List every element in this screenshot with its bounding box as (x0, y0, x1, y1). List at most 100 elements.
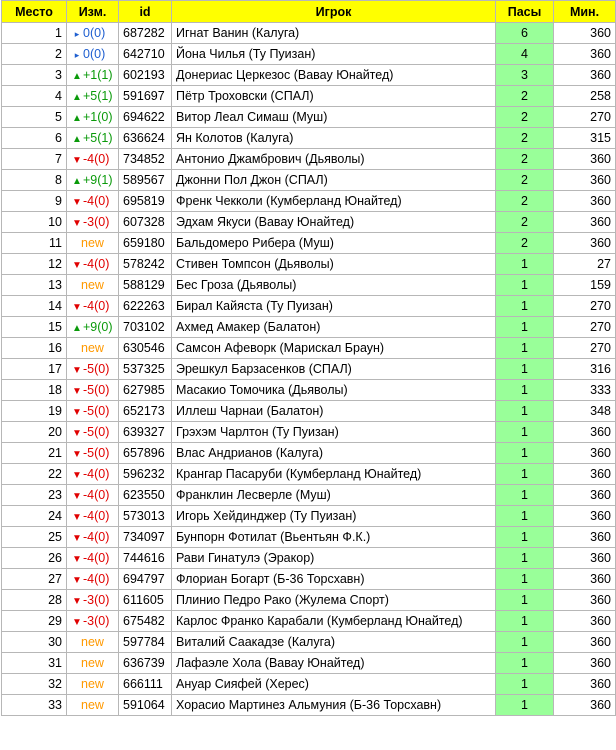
player-name-cell: Эдхам Якуси (Вавау Юнайтед) (171, 211, 496, 233)
player-id-cell: 694797 (118, 568, 172, 590)
change-cell: ▼-4(0) (66, 568, 119, 590)
player-name-cell: Рави Гинатулэ (Эракор) (171, 547, 496, 569)
player-id-cell: 734097 (118, 526, 172, 548)
change-value: ▼-5(0) (71, 362, 109, 376)
minutes-cell: 258 (553, 85, 616, 107)
new-badge: new (81, 635, 104, 649)
triangle-up-icon: ▲ (72, 323, 82, 334)
table-row: 23 ▼-4(0) 623550 Франклин Лесверле (Муш) 1 36… (1, 484, 616, 506)
minutes-cell: 270 (553, 106, 616, 128)
player-id-cell: 611605 (118, 589, 172, 611)
assists-cell: 1 (495, 610, 554, 632)
change-cell: ▼-4(0) (66, 190, 119, 212)
change-value: ▼-4(0) (71, 551, 109, 565)
place-cell: 11 (1, 232, 67, 254)
player-name-cell: Бирал Кайяста (Ту Пуизан) (171, 295, 496, 317)
player-id-cell: 652173 (118, 400, 172, 422)
minutes-cell: 27 (553, 253, 616, 275)
change-cell: ▲+5(1) (66, 85, 119, 107)
change-text: -4(0) (83, 194, 110, 208)
table-row: 26 ▼-4(0) 744616 Рави Гинатулэ (Эракор) 1 360 (1, 547, 616, 569)
change-cell: ▲+9(1) (66, 169, 119, 191)
place-cell: 25 (1, 526, 67, 548)
change-value: ▼-4(0) (71, 488, 109, 502)
place-cell: 17 (1, 358, 67, 380)
assists-cell: 1 (495, 589, 554, 611)
change-cell: ▲+1(0) (66, 106, 119, 128)
player-id-cell: 703102 (118, 316, 172, 338)
player-id-cell: 591697 (118, 85, 172, 107)
minutes-cell: 360 (553, 547, 616, 569)
assists-cell: 2 (495, 148, 554, 170)
table-row: 5 ▲+1(0) 694622 Витор Леал Симаш (Муш) 2 270 (1, 106, 616, 128)
change-cell: new (66, 232, 119, 254)
minutes-cell: 360 (553, 190, 616, 212)
player-name-cell: Иллеш Чарнаи (Балатон) (171, 400, 496, 422)
table-row: 17 ▼-5(0) 537325 Эрешкул Барзасенков (СПАЛ)… (1, 358, 616, 380)
player-id-cell: 687282 (118, 22, 172, 44)
assists-cell: 2 (495, 85, 554, 107)
player-name-cell: Донериас Церкезос (Вавау Юнайтед) (171, 64, 496, 86)
assists-cell: 2 (495, 169, 554, 191)
triangle-down-icon: ▼ (72, 575, 82, 586)
player-id-cell: 623550 (118, 484, 172, 506)
change-value: ▼-5(0) (71, 446, 109, 460)
player-id-cell: 602193 (118, 64, 172, 86)
change-value: ▼-4(0) (71, 467, 109, 481)
minutes-cell: 270 (553, 295, 616, 317)
change-cell: ▼-4(0) (66, 463, 119, 485)
table-row: 30 new 597784 Виталий Саакадзе (Калуга) 1 360 (1, 631, 616, 653)
triangle-right-icon: ▸ (74, 50, 80, 60)
minutes-cell: 360 (553, 484, 616, 506)
place-cell: 23 (1, 484, 67, 506)
player-name-cell: Френк Чекколи (Кумберланд Юнайтед) (171, 190, 496, 212)
change-value: ▼-4(0) (71, 257, 109, 271)
player-name-cell: Виталий Саакадзе (Калуга) (171, 631, 496, 653)
triangle-down-icon: ▼ (72, 260, 82, 271)
table-row: 1 ▸ 0(0) 687282 Игнат Ванин (Калуга) 6 360 (1, 22, 616, 44)
player-id-cell: 657896 (118, 442, 172, 464)
change-text: -4(0) (83, 530, 110, 544)
player-name-cell: Стивен Томпсон (Дьяволы) (171, 253, 496, 275)
place-cell: 12 (1, 253, 67, 275)
player-name-cell: Карлос Франко Карабали (Кумберланд Юнайт… (171, 610, 496, 632)
minutes-cell: 360 (553, 673, 616, 695)
place-cell: 16 (1, 337, 67, 359)
change-cell: ▼-4(0) (66, 547, 119, 569)
change-value: ▼-3(0) (71, 593, 109, 607)
assists-cell: 1 (495, 673, 554, 695)
triangle-down-icon: ▼ (72, 491, 82, 502)
player-id-cell: 589567 (118, 169, 172, 191)
player-name-cell: Игорь Хейдинджер (Ту Пуизан) (171, 505, 496, 527)
player-id-cell: 622263 (118, 295, 172, 317)
new-badge: new (81, 698, 104, 712)
player-id-cell: 578242 (118, 253, 172, 275)
player-name-cell: Масакио Томочика (Дьяволы) (171, 379, 496, 401)
change-value: ▼-4(0) (71, 572, 109, 586)
triangle-down-icon: ▼ (72, 197, 82, 208)
place-cell: 5 (1, 106, 67, 128)
player-id-cell: 630546 (118, 337, 172, 359)
change-text: -4(0) (83, 299, 110, 313)
minutes-cell: 316 (553, 358, 616, 380)
player-name-cell: Эрешкул Барзасенков (СПАЛ) (171, 358, 496, 380)
change-cell: ▼-4(0) (66, 484, 119, 506)
change-value: ▲+1(1) (71, 68, 112, 82)
header-id: id (118, 0, 172, 23)
player-name-cell: Ануар Сияфей (Херес) (171, 673, 496, 695)
change-text: -4(0) (83, 152, 110, 166)
header-row: Место Изм. id Игрок Пасы Мин. (1, 0, 616, 23)
table-row: 13 new 588129 Бес Гроза (Дьяволы) 1 159 (1, 274, 616, 296)
change-value: ▲+1(0) (71, 110, 112, 124)
minutes-cell: 360 (553, 148, 616, 170)
change-value: ▼-5(0) (71, 425, 109, 439)
change-cell: ▼-5(0) (66, 379, 119, 401)
header-player: Игрок (171, 0, 496, 23)
player-name-cell: Флориан Богарт (Б-36 Торсхавн) (171, 568, 496, 590)
assists-cell: 1 (495, 526, 554, 548)
change-text: -3(0) (83, 593, 110, 607)
change-cell: ▼-5(0) (66, 358, 119, 380)
minutes-cell: 360 (553, 22, 616, 44)
change-cell: ▼-3(0) (66, 610, 119, 632)
change-value: ▲+5(1) (71, 131, 112, 145)
